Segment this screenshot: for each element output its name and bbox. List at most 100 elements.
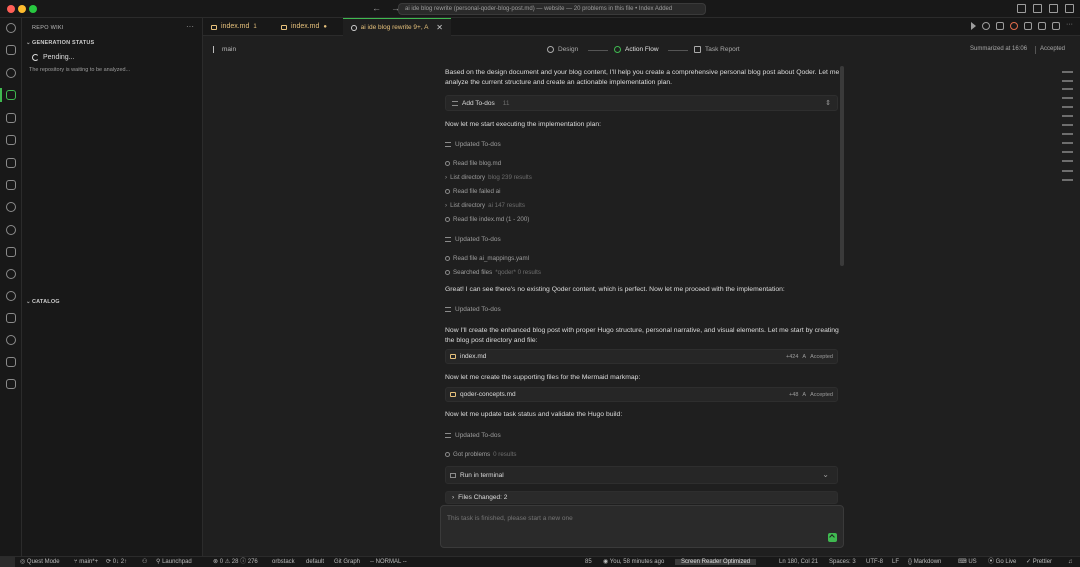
updated-todos-row[interactable]: Updated To-dos: [445, 306, 501, 313]
catalog-section[interactable]: ⌄CATALOG: [26, 299, 60, 305]
action-row[interactable]: Read file failed ai: [445, 188, 500, 195]
tab-ai-ide-blog-rewrite[interactable]: ai ide blog rewrite 9+, A ✕: [343, 18, 451, 36]
screen-reader-item[interactable]: Screen Reader Optimized: [675, 558, 757, 567]
action-row[interactable]: Searched files *qoder* 0 results: [445, 269, 541, 276]
tab-index-md-2[interactable]: index.md ●: [273, 18, 335, 36]
packages-icon[interactable]: [6, 313, 16, 323]
chat-scrollbar[interactable]: [840, 66, 844, 266]
toggle-panel-icon[interactable]: [1033, 4, 1042, 13]
notifications-icon[interactable]: ♫: [1068, 558, 1073, 567]
source-control-icon[interactable]: [6, 45, 16, 55]
language-item[interactable]: {} Markdown: [908, 558, 941, 567]
compare-icon[interactable]: [996, 22, 1004, 30]
prettier-item[interactable]: ✓ Prettier: [1026, 558, 1052, 567]
action-row[interactable]: Got problems 0 results: [445, 451, 517, 458]
updated-todos-row[interactable]: Updated To-dos: [445, 141, 501, 148]
add-todos-block[interactable]: Add To-dos 11 ⇕: [445, 95, 838, 111]
markdown-file-icon: [450, 392, 456, 397]
branch-item[interactable]: ⑂ main*+: [74, 558, 98, 567]
default-item[interactable]: default: [306, 558, 324, 567]
more-actions-icon[interactable]: ···: [186, 22, 194, 31]
problems-item[interactable]: ⊗ 0 ⚠ 28 ⓘ 276: [213, 558, 258, 567]
remote-indicator[interactable]: [0, 557, 15, 567]
toggle-secondary-sidebar-icon[interactable]: [1049, 4, 1058, 13]
file-change-index-md[interactable]: index.md +424 A Accepted: [445, 349, 838, 364]
eol-item[interactable]: LF: [892, 558, 899, 567]
lines-added: +48: [789, 392, 799, 398]
run-debug-icon[interactable]: [6, 113, 16, 123]
history-icon[interactable]: [982, 22, 990, 30]
lines-added: +424: [786, 354, 799, 360]
locale-item[interactable]: ⌨ US: [958, 558, 977, 567]
repo-wiki-sidebar: REPO WIKI ··· ⌄GENERATION STATUS Pending…: [22, 18, 203, 556]
editor-actions: ···: [971, 21, 1074, 30]
cursor-position-item[interactable]: Ln 180, Col 21: [779, 558, 818, 567]
action-row[interactable]: Read file ai_mappings.yaml: [445, 255, 529, 262]
updated-todos-row[interactable]: Updated To-dos: [445, 236, 501, 243]
tab-label: index.md: [221, 23, 250, 30]
repo-wiki-icon[interactable]: [6, 90, 16, 100]
keyboard-icon: ⌨: [958, 559, 969, 565]
database-icon[interactable]: [6, 357, 16, 367]
updated-todos-row[interactable]: Updated To-dos: [445, 432, 501, 439]
close-tab-icon[interactable]: ✕: [436, 19, 443, 37]
search-icon[interactable]: [6, 23, 16, 33]
blame-item[interactable]: ◉ You, 58 minutes ago: [603, 558, 664, 567]
command-center-search[interactable]: ai ide blog rewrite (personal-qoder-blog…: [398, 3, 706, 15]
launchpad-item[interactable]: ⚲ Launchpad: [156, 558, 192, 567]
encoding-item[interactable]: UTF-8: [866, 558, 883, 567]
explorer-compass-icon[interactable]: [6, 68, 16, 78]
send-button[interactable]: [828, 533, 837, 542]
expand-toggle-icon[interactable]: ⇕: [825, 99, 831, 107]
extension-action-icon[interactable]: [1010, 22, 1018, 30]
list-icon: [452, 101, 458, 106]
extensions-icon[interactable]: [6, 158, 16, 168]
quest-mode-item[interactable]: ◎ Quest Mode: [20, 558, 60, 567]
action-row[interactable]: › List directory blog 239 results: [445, 174, 532, 181]
back-arrow-icon[interactable]: ←: [372, 3, 381, 15]
minimize-window-button[interactable]: [18, 5, 26, 13]
step-task-report[interactable]: Task Report: [694, 46, 740, 53]
chat-input-box[interactable]: [440, 505, 844, 548]
action-row[interactable]: Read file index.md (1 - 200): [445, 216, 529, 223]
run-icon[interactable]: [971, 22, 976, 30]
chevron-down-icon[interactable]: ⌄: [822, 470, 829, 479]
customize-layout-icon[interactable]: [1065, 4, 1074, 13]
run-in-terminal-block[interactable]: Run in terminal ⌄: [445, 466, 838, 484]
ports-icon[interactable]: ⚇: [142, 558, 147, 567]
action-row[interactable]: › List directory ai 147 results: [445, 202, 525, 209]
preview-icon[interactable]: [1024, 22, 1032, 30]
files-changed-label: Files Changed: 2: [458, 494, 508, 501]
bookmark-icon[interactable]: [6, 180, 16, 190]
remote-explorer-icon[interactable]: [6, 135, 16, 145]
copy-files-icon[interactable]: [6, 379, 16, 389]
settings-sync-icon[interactable]: [6, 335, 16, 345]
testing-icon[interactable]: [6, 225, 16, 235]
intro-message: Based on the design document and your bl…: [445, 69, 840, 86]
toggle-sidebar-icon[interactable]: [1017, 4, 1026, 13]
more-editor-actions-icon[interactable]: ···: [1066, 21, 1074, 30]
files-changed-block[interactable]: › Files Changed: 2: [445, 491, 838, 504]
step-design[interactable]: Design: [547, 46, 578, 53]
chat-input[interactable]: [447, 515, 827, 522]
file-change-qoder-concepts[interactable]: qoder-concepts.md +48 A Accepted: [445, 387, 838, 402]
zoom-window-button[interactable]: [29, 5, 37, 13]
tab-index-md-1[interactable]: index.md 1: [203, 18, 265, 36]
git-graph-item[interactable]: Git Graph: [334, 558, 360, 567]
docker-icon[interactable]: [6, 269, 16, 279]
generation-status-section[interactable]: ⌄GENERATION STATUS: [26, 40, 94, 46]
go-live-item[interactable]: ⦿ Go Live: [988, 558, 1016, 567]
open-changes-icon[interactable]: [1038, 22, 1046, 30]
close-window-button[interactable]: [7, 5, 15, 13]
branch-name: main: [222, 46, 237, 53]
git-graph-icon[interactable]: [6, 247, 16, 257]
split-editor-icon[interactable]: [1052, 22, 1060, 30]
indentation-item[interactable]: Spaces: 3: [829, 558, 856, 567]
action-row[interactable]: Read file blog.md: [445, 160, 501, 167]
chevron-right-icon: ›: [445, 174, 448, 181]
orbstack-item[interactable]: orbstack: [272, 558, 295, 567]
timeline-icon[interactable]: [6, 202, 16, 212]
step-action-flow[interactable]: Action Flow: [614, 46, 659, 53]
markdown-icon[interactable]: [6, 291, 16, 301]
sync-item[interactable]: ⟳ 0↓ 2↑: [106, 558, 127, 567]
